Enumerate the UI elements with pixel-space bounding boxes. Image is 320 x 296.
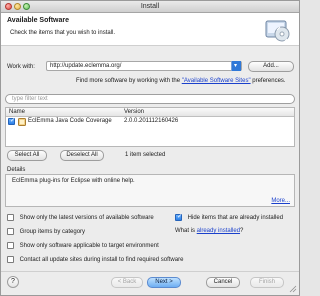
- group-by-category-label: Group items by category: [19, 229, 86, 236]
- group-by-category-checkbox[interactable]: [7, 228, 14, 235]
- name-column-header[interactable]: Name: [9, 109, 25, 115]
- more-link[interactable]: More...: [271, 198, 290, 204]
- row-version: 2.0.0.201112160426: [124, 118, 179, 124]
- what-is-suffix: ?: [240, 228, 244, 234]
- page-title: Available Software: [7, 17, 69, 24]
- contact-sites-checkbox[interactable]: [7, 256, 14, 263]
- find-more-suffix: preferences.: [250, 78, 286, 84]
- title-bar: Install: [1, 1, 299, 13]
- filter-input[interactable]: type filter text: [5, 94, 295, 104]
- find-more-text: Find more software by working with the "…: [76, 78, 286, 84]
- combo-dropdown-button[interactable]: ▾: [231, 61, 241, 71]
- wizard-header: Available Software Check the items that …: [1, 13, 299, 46]
- footer-separator: [1, 271, 299, 272]
- filter-placeholder: type filter text: [12, 96, 48, 102]
- row-name: EclEmma Java Code Coverage: [28, 118, 112, 124]
- details-panel: EclEmma plug-ins for Eclipse with online…: [5, 174, 295, 207]
- work-with-value: http://update.eclemma.org/: [50, 63, 122, 69]
- resize-grip-icon[interactable]: [289, 285, 297, 293]
- latest-versions-checkbox[interactable]: [7, 214, 14, 221]
- software-cd-icon: [265, 20, 290, 43]
- cancel-button[interactable]: Cancel: [206, 277, 240, 288]
- hide-installed-checkbox[interactable]: [175, 213, 182, 221]
- table-header: Name Version: [6, 108, 294, 117]
- contact-sites-label: Contact all update sites during install …: [19, 257, 184, 264]
- group-by-category-option[interactable]: Group items by category: [7, 228, 85, 235]
- row-checkbox[interactable]: [8, 117, 15, 125]
- window-title: Install: [140, 3, 160, 10]
- help-button[interactable]: ?: [7, 276, 19, 288]
- contact-sites-option[interactable]: Contact all update sites during install …: [7, 256, 183, 263]
- what-is-installed-text: What is already installed?: [175, 228, 243, 234]
- details-label: Details: [7, 167, 26, 173]
- selection-status: 1 item selected: [125, 152, 166, 158]
- finish-button[interactable]: Finish: [250, 277, 284, 288]
- back-button[interactable]: < Back: [111, 277, 143, 288]
- page-description: Check the items that you wish to install…: [10, 30, 116, 36]
- target-env-checkbox[interactable]: [7, 242, 14, 249]
- what-is-prefix: What is: [175, 228, 197, 234]
- details-text: EclEmma plug-ins for Eclipse with online…: [12, 178, 135, 184]
- table-row[interactable]: EclEmma Java Code Coverage 2.0.0.2011121…: [6, 117, 294, 127]
- available-software-sites-link[interactable]: "Available Software Sites": [182, 78, 251, 84]
- target-env-option[interactable]: Show only software applicable to target …: [7, 242, 159, 249]
- next-button[interactable]: Next >: [147, 277, 181, 288]
- install-dialog: Install Available Software Check the ite…: [0, 0, 300, 296]
- find-more-prefix: Find more software by working with the: [76, 78, 182, 84]
- latest-versions-option[interactable]: Show only the latest versions of availab…: [7, 214, 154, 221]
- plugin-icon: [18, 118, 26, 126]
- add-site-button[interactable]: Add...: [248, 61, 294, 72]
- already-installed-link[interactable]: already installed: [197, 228, 240, 234]
- select-all-button[interactable]: Select All: [7, 150, 47, 161]
- latest-versions-label: Show only the latest versions of availab…: [19, 215, 154, 222]
- target-env-label: Show only software applicable to target …: [19, 243, 159, 250]
- version-column-header[interactable]: Version: [124, 109, 144, 115]
- software-table: Name Version EclEmma Java Code Coverage …: [5, 107, 295, 147]
- chevron-down-icon: ▾: [234, 63, 238, 69]
- work-with-label: Work with:: [7, 64, 35, 70]
- deselect-all-button[interactable]: Deselect All: [60, 150, 104, 161]
- work-with-combo[interactable]: http://update.eclemma.org/ ▾: [46, 61, 242, 71]
- hide-installed-label: Hide items that are already installed: [187, 215, 284, 222]
- hide-installed-option[interactable]: Hide items that are already installed: [175, 213, 284, 222]
